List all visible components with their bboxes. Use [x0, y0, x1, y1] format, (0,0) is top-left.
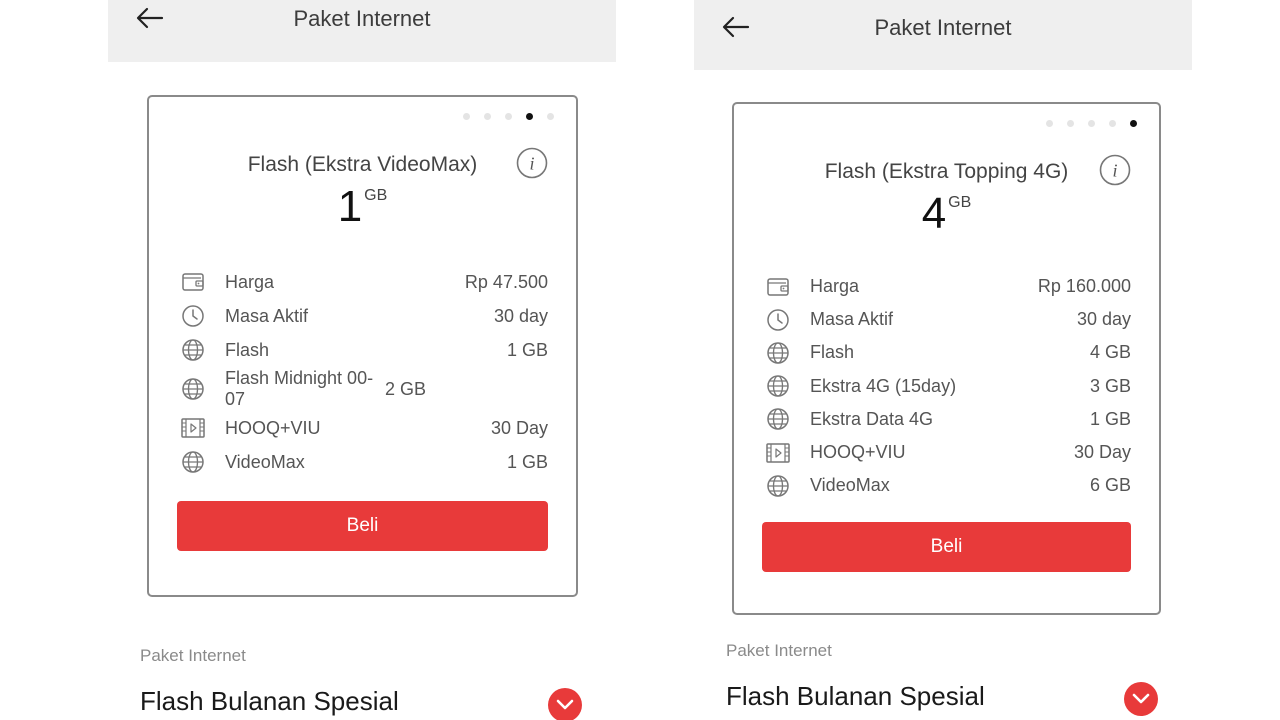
detail-label: Ekstra 4G (15day): [810, 375, 957, 396]
page-title: Paket Internet: [293, 6, 431, 31]
quota-value: 1: [337, 182, 363, 231]
detail-value: 1 GB: [506, 451, 548, 472]
clock-icon: [179, 302, 207, 330]
buy-button[interactable]: Beli: [177, 501, 548, 551]
chevron-down-icon: [1132, 693, 1150, 704]
detail-row: Ekstra 4G (15day) 3 GB: [764, 370, 1131, 403]
info-icon: i: [516, 147, 548, 179]
detail-label: HOOQ+VIU: [810, 442, 906, 463]
buy-button[interactable]: Beli: [762, 522, 1131, 572]
package-details: Harga Rp 160.000 Masa Aktif 30 day Flash 4 GB…: [764, 270, 1131, 502]
globe-icon: [179, 448, 207, 476]
carousel-dot[interactable]: [1109, 120, 1116, 127]
carousel-indicator: [1046, 120, 1137, 127]
globe-icon: [764, 372, 792, 400]
detail-row: Masa Aktif 30 day: [179, 299, 548, 333]
detail-row: Masa Aktif 30 day: [764, 303, 1131, 336]
globe-icon: [764, 339, 792, 367]
globe-icon: [179, 336, 207, 364]
detail-value: Rp 47.500: [464, 271, 548, 292]
package-card: Flash (Ekstra VideoMax) i 1 GB Harga Rp 47…: [147, 95, 578, 597]
quota-unit: GB: [948, 194, 972, 211]
phone-screen-left: Paket Internet Flash (Ekstra VideoMax) i…: [108, 0, 616, 720]
wallet-icon: [179, 268, 207, 296]
detail-label: Harga: [225, 271, 275, 292]
detail-row: VideoMax 1 GB: [179, 445, 548, 479]
info-button[interactable]: i: [1099, 154, 1131, 186]
wallet-icon: [764, 273, 792, 301]
globe-icon: [179, 375, 207, 403]
detail-row: Harga Rp 47.500: [179, 265, 548, 299]
expand-button[interactable]: [1124, 682, 1158, 716]
chevron-down-icon: [556, 699, 574, 710]
detail-label: Harga: [810, 276, 860, 297]
info-icon: i: [1099, 154, 1131, 186]
detail-value: 30 day: [493, 305, 548, 326]
svg-text:i: i: [1112, 161, 1117, 181]
package-name: Flash (Ekstra VideoMax): [247, 153, 478, 176]
info-button[interactable]: i: [516, 147, 548, 179]
detail-value: 30 day: [1076, 309, 1131, 330]
svg-text:i: i: [529, 154, 534, 174]
detail-label: Flash: [225, 339, 270, 360]
detail-label: Masa Aktif: [810, 309, 894, 330]
detail-row: VideoMax 6 GB: [764, 469, 1131, 502]
section-label: Paket Internet: [726, 641, 832, 660]
detail-label: Flash: [810, 342, 855, 363]
detail-label: VideoMax: [225, 451, 305, 472]
detail-label: Flash Midnight 00-07: [225, 368, 374, 409]
carousel-dot[interactable]: [547, 113, 554, 120]
quota-display: 4 GB: [734, 192, 1159, 236]
detail-value: 30 Day: [490, 417, 548, 438]
quota-unit: GB: [364, 187, 388, 204]
globe-icon: [764, 405, 792, 433]
detail-row: Ekstra Data 4G 1 GB: [764, 403, 1131, 436]
film-icon: [764, 439, 792, 467]
globe-icon: [764, 472, 792, 500]
carousel-dot-active[interactable]: [1130, 120, 1137, 127]
package-card: Flash (Ekstra Topping 4G) i 4 GB Harga Rp …: [732, 102, 1161, 615]
detail-value: Rp 160.000: [1037, 276, 1131, 297]
carousel-dot[interactable]: [1067, 120, 1074, 127]
detail-row: Flash 4 GB: [764, 336, 1131, 369]
detail-value: 4 GB: [1089, 342, 1131, 363]
carousel-dot-active[interactable]: [526, 113, 533, 120]
detail-label: Masa Aktif: [225, 305, 309, 326]
quota-display: 1 GB: [149, 185, 576, 229]
detail-row: HOOQ+VIU 30 Day: [179, 411, 548, 445]
section-title: Flash Bulanan Spesial: [140, 686, 399, 716]
package-name: Flash (Ekstra Topping 4G): [824, 160, 1069, 183]
clock-icon: [764, 306, 792, 334]
section-label: Paket Internet: [140, 646, 246, 665]
carousel-indicator: [463, 113, 554, 120]
carousel-dot[interactable]: [1088, 120, 1095, 127]
film-icon: [179, 414, 207, 442]
detail-row: Flash Midnight 00-07 2 GB: [179, 367, 548, 411]
detail-row: Harga Rp 160.000: [764, 270, 1131, 303]
detail-value: 30 Day: [1073, 442, 1131, 463]
phone-screen-right: Paket Internet Flash (Ekstra Topping 4G)…: [694, 0, 1192, 720]
app-header: Paket Internet: [694, 0, 1192, 70]
detail-value: 1 GB: [506, 339, 548, 360]
detail-value: 3 GB: [1089, 375, 1131, 396]
detail-value: 2 GB: [385, 378, 427, 399]
section-title: Flash Bulanan Spesial: [726, 681, 985, 711]
detail-value: 1 GB: [1089, 408, 1131, 429]
app-header: Paket Internet: [108, 0, 616, 62]
detail-value: 6 GB: [1089, 475, 1131, 496]
carousel-dot[interactable]: [463, 113, 470, 120]
detail-label: Ekstra Data 4G: [810, 408, 934, 429]
quota-value: 4: [921, 189, 947, 238]
carousel-dot[interactable]: [1046, 120, 1053, 127]
page-title: Paket Internet: [874, 15, 1012, 40]
carousel-dot[interactable]: [505, 113, 512, 120]
detail-label: VideoMax: [810, 475, 890, 496]
carousel-dot[interactable]: [484, 113, 491, 120]
detail-row: Flash 1 GB: [179, 333, 548, 367]
detail-row: HOOQ+VIU 30 Day: [764, 436, 1131, 469]
expand-button[interactable]: [548, 688, 582, 720]
package-details: Harga Rp 47.500 Masa Aktif 30 day Flash 1 GB F…: [179, 265, 548, 479]
detail-label: HOOQ+VIU: [225, 417, 321, 438]
